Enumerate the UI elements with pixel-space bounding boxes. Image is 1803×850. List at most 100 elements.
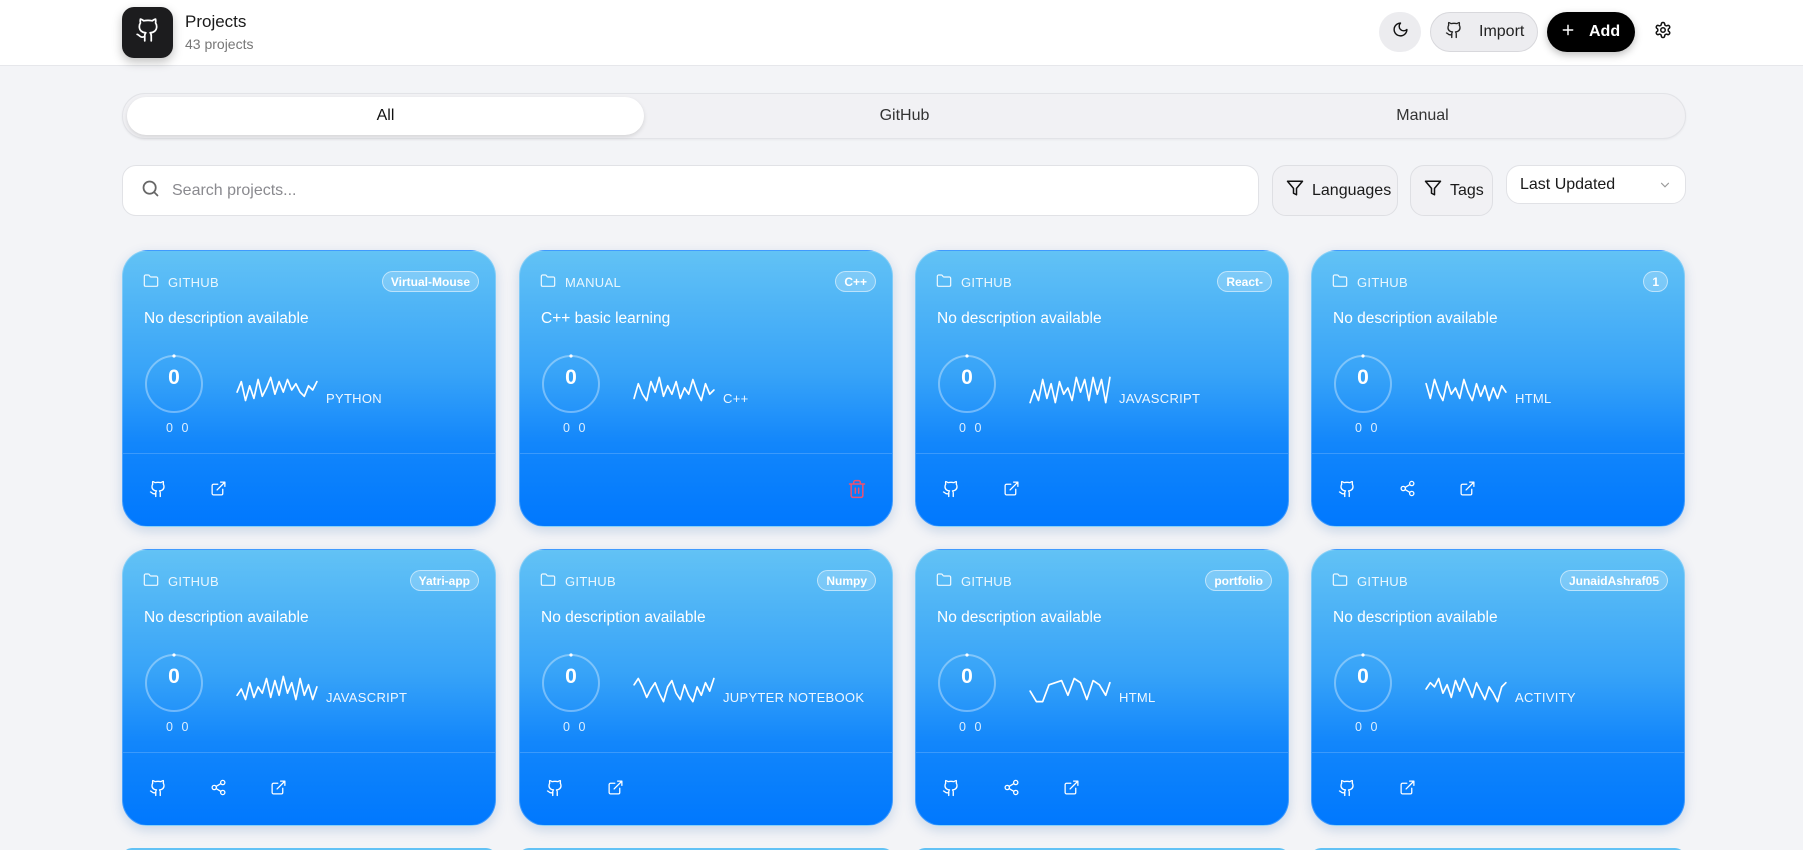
card-stats: 0 0 (166, 720, 188, 734)
tab-manual[interactable]: Manual (1164, 97, 1681, 135)
plus-icon (1560, 22, 1576, 43)
card-stats: 0 0 (1355, 720, 1377, 734)
project-card[interactable]: GITHUB portfolio No description available 0… (915, 549, 1289, 826)
tags-filter-button[interactable]: Tags (1410, 165, 1493, 216)
languages-filter-button[interactable]: Languages (1272, 165, 1398, 216)
github-icon (942, 480, 960, 503)
app-logo (122, 7, 173, 58)
filter-icon (1286, 179, 1304, 202)
settings-button[interactable] (1651, 20, 1675, 44)
open-github-button[interactable] (1332, 476, 1362, 506)
external-link-icon (210, 480, 227, 502)
card-name-badge: C++ (835, 271, 876, 292)
open-github-button[interactable] (143, 775, 173, 805)
open-link-button[interactable] (203, 476, 233, 506)
card-name-badge: 1 (1643, 271, 1668, 292)
tags-label: Tags (1450, 181, 1484, 199)
folder-icon (1332, 572, 1348, 591)
page-title: Projects (185, 12, 247, 31)
github-icon (135, 17, 161, 48)
tab-github[interactable]: GitHub (646, 97, 1163, 135)
card-name-badge: React- (1217, 271, 1272, 292)
card-description: C++ basic learning (541, 310, 671, 327)
card-source-label: GITHUB (565, 574, 616, 589)
card-language: PYTHON (326, 391, 382, 406)
score-value: 0 (1357, 665, 1369, 688)
stat-b: 0 (181, 720, 189, 734)
card-actions (1312, 752, 1684, 825)
share-button[interactable] (1392, 476, 1422, 506)
open-link-button[interactable] (1452, 476, 1482, 506)
sort-select[interactable]: Last Updated (1506, 165, 1686, 204)
card-actions (916, 453, 1288, 526)
card-stats: 0 0 (959, 720, 981, 734)
card-language: ACTIVITY (1515, 690, 1576, 705)
card-name-badge: JunaidAshraf05 (1559, 570, 1668, 591)
open-github-button[interactable] (143, 476, 173, 506)
project-card[interactable]: GITHUB React- No description available 0 0 0… (915, 250, 1289, 527)
stat-b: 0 (578, 421, 586, 435)
card-source: MANUAL (540, 273, 621, 292)
card-source: GITHUB (540, 572, 616, 591)
delete-button[interactable] (842, 476, 872, 506)
github-icon (1445, 21, 1463, 44)
tab-all[interactable]: All (127, 97, 644, 135)
open-link-button[interactable] (1392, 775, 1422, 805)
project-card[interactable]: GITHUB Yatri-app No description available 0… (122, 549, 496, 826)
folder-icon (936, 572, 952, 591)
score-value: 0 (168, 665, 180, 688)
card-description: No description available (937, 310, 1102, 327)
github-icon (149, 480, 167, 503)
card-name-badge: Numpy (817, 570, 876, 591)
open-link-button[interactable] (1056, 775, 1086, 805)
share-button[interactable] (203, 775, 233, 805)
stat-b: 0 (974, 421, 982, 435)
stat-a: 0 (563, 421, 570, 435)
card-stats: 0 0 (563, 421, 585, 435)
card-description: No description available (1333, 310, 1498, 327)
open-github-button[interactable] (1332, 775, 1362, 805)
filter-icon (1424, 179, 1442, 202)
card-actions (123, 453, 495, 526)
github-icon (149, 779, 167, 802)
stat-a: 0 (1355, 720, 1362, 734)
card-stats: 0 0 (1355, 421, 1377, 435)
open-github-button[interactable] (936, 775, 966, 805)
folder-icon (540, 572, 556, 591)
external-link-icon (607, 779, 624, 801)
score-value: 0 (1357, 366, 1369, 389)
card-source-label: GITHUB (961, 574, 1012, 589)
card-language: HTML (1119, 690, 1156, 705)
activity-sparkline (236, 675, 318, 701)
stat-a: 0 (166, 421, 173, 435)
activity-sparkline (1425, 677, 1507, 703)
project-card[interactable]: GITHUB Numpy No description available 0 0 0J… (519, 549, 893, 826)
project-card[interactable]: GITHUB Virtual-Mouse No description availa… (122, 250, 496, 527)
project-card[interactable]: GITHUB 1 No description available 0 0 0 HTML (1311, 250, 1685, 527)
add-project-button[interactable]: Add (1547, 12, 1635, 52)
card-stats: 0 0 (166, 421, 188, 435)
stat-b: 0 (1370, 421, 1378, 435)
card-actions (520, 752, 892, 825)
card-language: HTML (1515, 391, 1552, 406)
card-source: GITHUB (1332, 273, 1408, 292)
open-link-button[interactable] (996, 476, 1026, 506)
project-card[interactable]: MANUAL C++ C++ basic learning 0 0 0 C++ (519, 250, 893, 527)
open-github-button[interactable] (540, 775, 570, 805)
top-bar: Projects 43 projects Import Add (0, 0, 1803, 66)
open-link-button[interactable] (263, 775, 293, 805)
search-input[interactable] (172, 181, 1222, 200)
theme-toggle-button[interactable] (1379, 12, 1421, 52)
share-button[interactable] (996, 775, 1026, 805)
trash-icon (847, 479, 867, 504)
activity-sparkline (236, 376, 318, 402)
sort-value: Last Updated (1520, 175, 1616, 193)
card-name-badge: Yatri-app (409, 570, 479, 591)
score-value: 0 (961, 665, 973, 688)
import-label: Import (1479, 23, 1525, 40)
stat-a: 0 (166, 720, 173, 734)
open-github-button[interactable] (936, 476, 966, 506)
project-card[interactable]: GITHUB JunaidAshraf05 No description avail… (1311, 549, 1685, 826)
open-link-button[interactable] (600, 775, 630, 805)
import-button[interactable]: Import (1430, 12, 1538, 52)
